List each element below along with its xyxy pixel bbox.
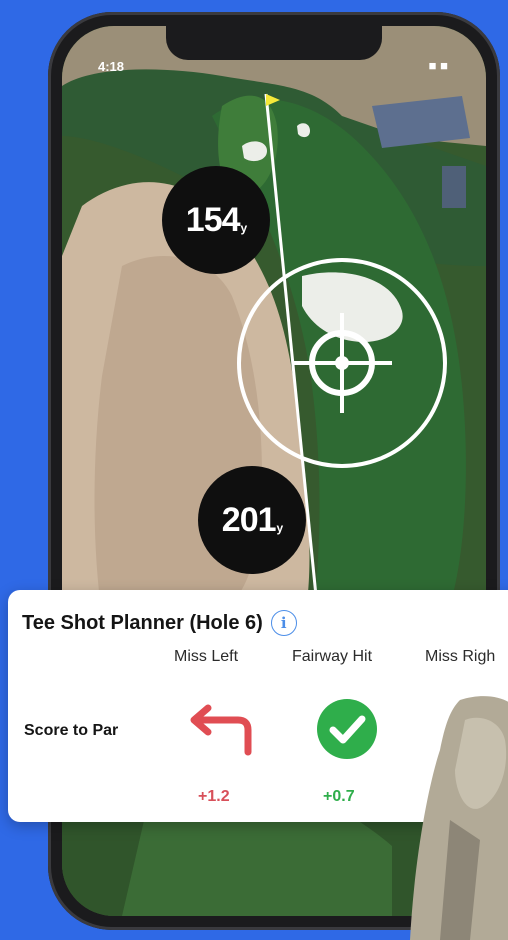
distance-value: 201 — [221, 500, 277, 539]
score-to-par-label: Score to Par — [24, 722, 119, 739]
miss-left-value: +1.2 — [198, 788, 230, 805]
info-icon[interactable]: i — [270, 610, 297, 636]
planner-title: Tee Shot Planner (Hole 6) — [22, 611, 263, 634]
column-miss-left: Miss Left — [174, 648, 239, 665]
column-miss-right: Miss Righ — [425, 648, 496, 665]
planner-title-row: Tee Shot Planner (Hole 6) i — [22, 610, 297, 636]
distance-unit: y — [240, 221, 248, 235]
status-time: 4:18 — [98, 59, 125, 74]
presenter-image — [410, 696, 508, 940]
distance-badge-201: 201 y — [198, 466, 306, 574]
column-fairway-hit: Fairway Hit — [292, 648, 373, 665]
checkmark-circle-icon — [317, 699, 377, 759]
fairway-value: +0.7 — [323, 788, 355, 805]
phone-notch — [166, 26, 382, 60]
distance-unit: y — [276, 521, 284, 535]
distance-badge-154: 154 y — [162, 166, 270, 274]
distance-value: 154 — [185, 200, 241, 239]
status-icons: ■ ■ — [428, 58, 448, 73]
arrow-left-icon — [190, 704, 252, 756]
